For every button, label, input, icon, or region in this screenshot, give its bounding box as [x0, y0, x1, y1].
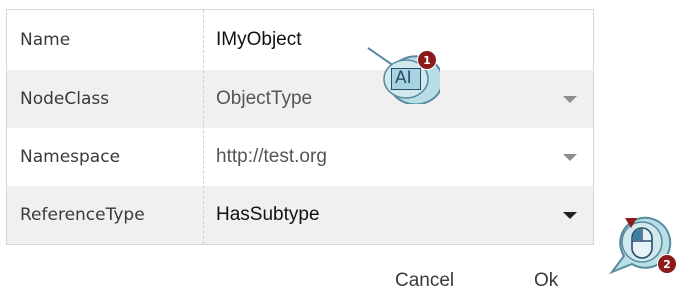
namespace-label: Namespace — [20, 147, 121, 167]
cancel-button[interactable]: Cancel — [395, 270, 454, 292]
name-input[interactable]: IMyObject — [216, 29, 302, 51]
chevron-down-icon[interactable] — [563, 154, 577, 161]
step-badge-1: 1 — [417, 50, 437, 70]
column-divider — [203, 10, 204, 244]
referencetype-label: ReferenceType — [20, 205, 145, 225]
chevron-down-icon[interactable] — [563, 212, 577, 219]
properties-table: Name IMyObject NodeClass ObjectType Name… — [6, 9, 594, 245]
nodeclass-label: NodeClass — [20, 89, 110, 109]
referencetype-select[interactable]: HasSubtype — [216, 204, 320, 226]
row-name: Name IMyObject — [7, 10, 593, 70]
namespace-select[interactable]: http://test.org — [216, 146, 327, 168]
click-arrow-icon — [625, 218, 637, 228]
row-namespace[interactable]: Namespace http://test.org — [7, 128, 593, 186]
text-cursor-glyph: AI — [395, 68, 412, 88]
callout-step-2: 2 — [606, 210, 677, 280]
ok-button[interactable]: Ok — [534, 270, 558, 292]
callout-step-1: AI 1 — [364, 44, 440, 104]
chevron-down-icon[interactable] — [563, 96, 577, 103]
name-label: Name — [20, 30, 71, 50]
step-badge-2: 2 — [657, 254, 677, 274]
mouse-icon — [631, 227, 653, 259]
nodeclass-select[interactable]: ObjectType — [216, 88, 312, 110]
row-nodeclass[interactable]: NodeClass ObjectType — [7, 70, 593, 128]
row-referencetype[interactable]: ReferenceType HasSubtype — [7, 186, 593, 244]
